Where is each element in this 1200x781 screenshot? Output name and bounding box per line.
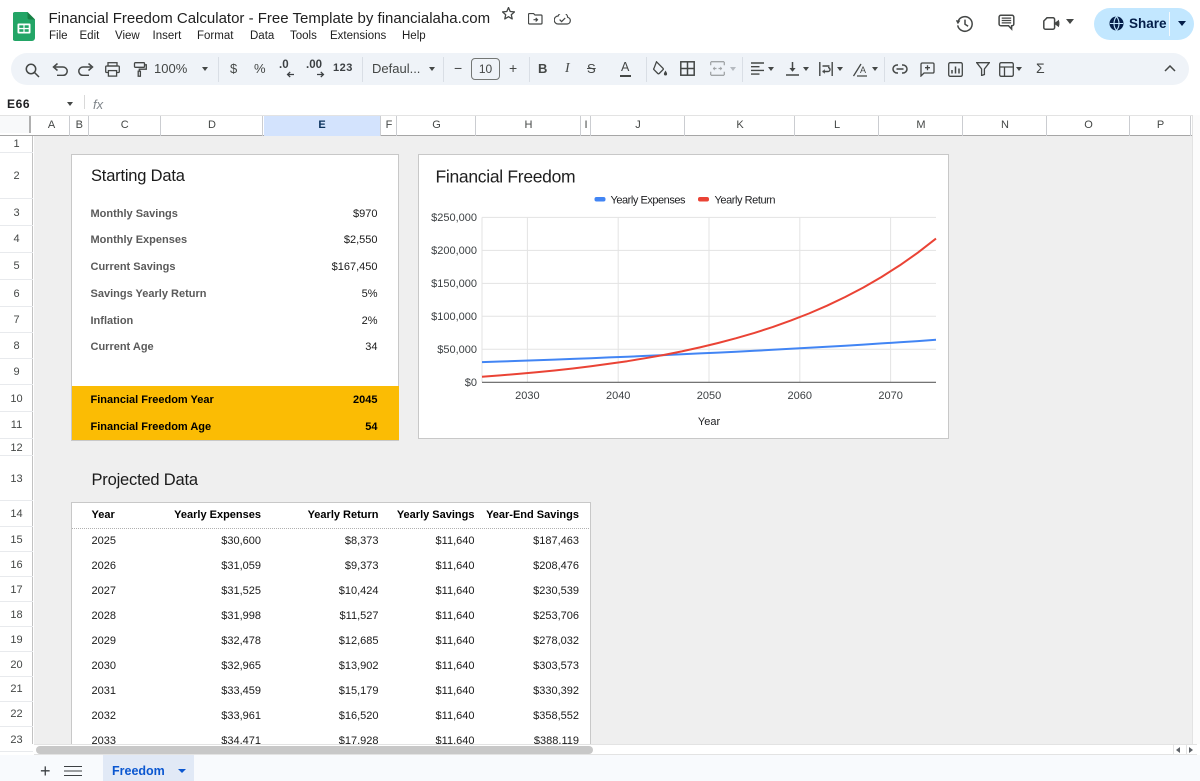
svg-text:$150,000: $150,000 bbox=[431, 278, 477, 290]
svg-text:Yearly Expenses: Yearly Expenses bbox=[611, 195, 687, 207]
svg-text:Financial Freedom: Financial Freedom bbox=[436, 167, 576, 187]
svg-text:$0: $0 bbox=[465, 377, 477, 389]
svg-text:A: A bbox=[860, 65, 866, 75]
svg-text:$100,000: $100,000 bbox=[431, 311, 477, 323]
svg-text:$50,000: $50,000 bbox=[437, 344, 477, 356]
svg-text:2050: 2050 bbox=[697, 390, 721, 402]
svg-text:2030: 2030 bbox=[515, 390, 539, 402]
svg-text:$250,000: $250,000 bbox=[431, 212, 477, 224]
svg-text:Yearly Return: Yearly Return bbox=[715, 195, 776, 207]
svg-text:2070: 2070 bbox=[878, 390, 902, 402]
svg-text:2060: 2060 bbox=[788, 390, 812, 402]
svg-text:Year: Year bbox=[698, 416, 721, 428]
svg-text:2040: 2040 bbox=[606, 390, 630, 402]
svg-text:$200,000: $200,000 bbox=[431, 245, 477, 257]
